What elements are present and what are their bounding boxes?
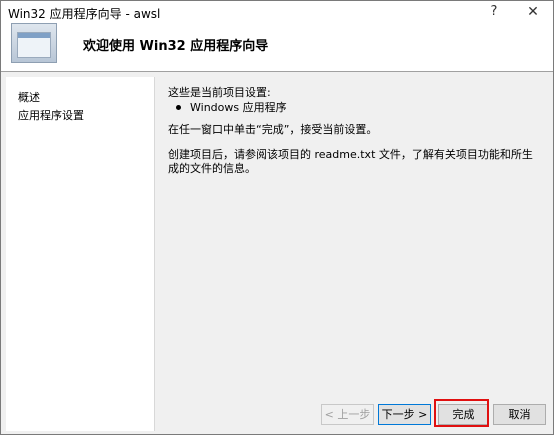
sidebar: 概述 应用程序设置 <box>6 77 155 431</box>
title-bar: Win32 应用程序向导 - awsl ? ✕ <box>1 1 553 23</box>
window-title: Win32 应用程序向导 - awsl <box>8 7 161 21</box>
finish-button[interactable]: 完成 <box>438 404 489 425</box>
sidebar-item-overview[interactable]: 概述 <box>18 89 40 105</box>
back-button[interactable]: < 上一步 <box>321 404 374 425</box>
wizard-window: Win32 应用程序向导 - awsl ? ✕ 欢迎使用 Win32 应用程序向… <box>0 0 554 435</box>
settings-intro: 这些是当前项目设置: <box>168 86 271 99</box>
wizard-header: 欢迎使用 Win32 应用程序向导 <box>1 23 553 72</box>
close-button[interactable]: ✕ <box>513 1 553 23</box>
wizard-icon <box>11 23 57 63</box>
sidebar-item-app-settings[interactable]: 应用程序设置 <box>18 107 84 123</box>
click-finish-text: 在任一窗口中单击“完成”，接受当前设置。 <box>168 123 378 136</box>
next-button[interactable]: 下一步 > <box>378 404 431 425</box>
bullet-icon <box>176 104 181 110</box>
help-button[interactable]: ? <box>474 1 514 23</box>
cancel-button[interactable]: 取消 <box>493 404 546 425</box>
after-creation-text: 创建项目后，请参阅该项目的 readme.txt 文件，了解有关项目功能和所生成… <box>168 148 533 175</box>
settings-bullet: Windows 应用程序 <box>176 101 287 115</box>
bullet-text: Windows 应用程序 <box>190 101 287 114</box>
header-title: 欢迎使用 Win32 应用程序向导 <box>83 39 269 54</box>
